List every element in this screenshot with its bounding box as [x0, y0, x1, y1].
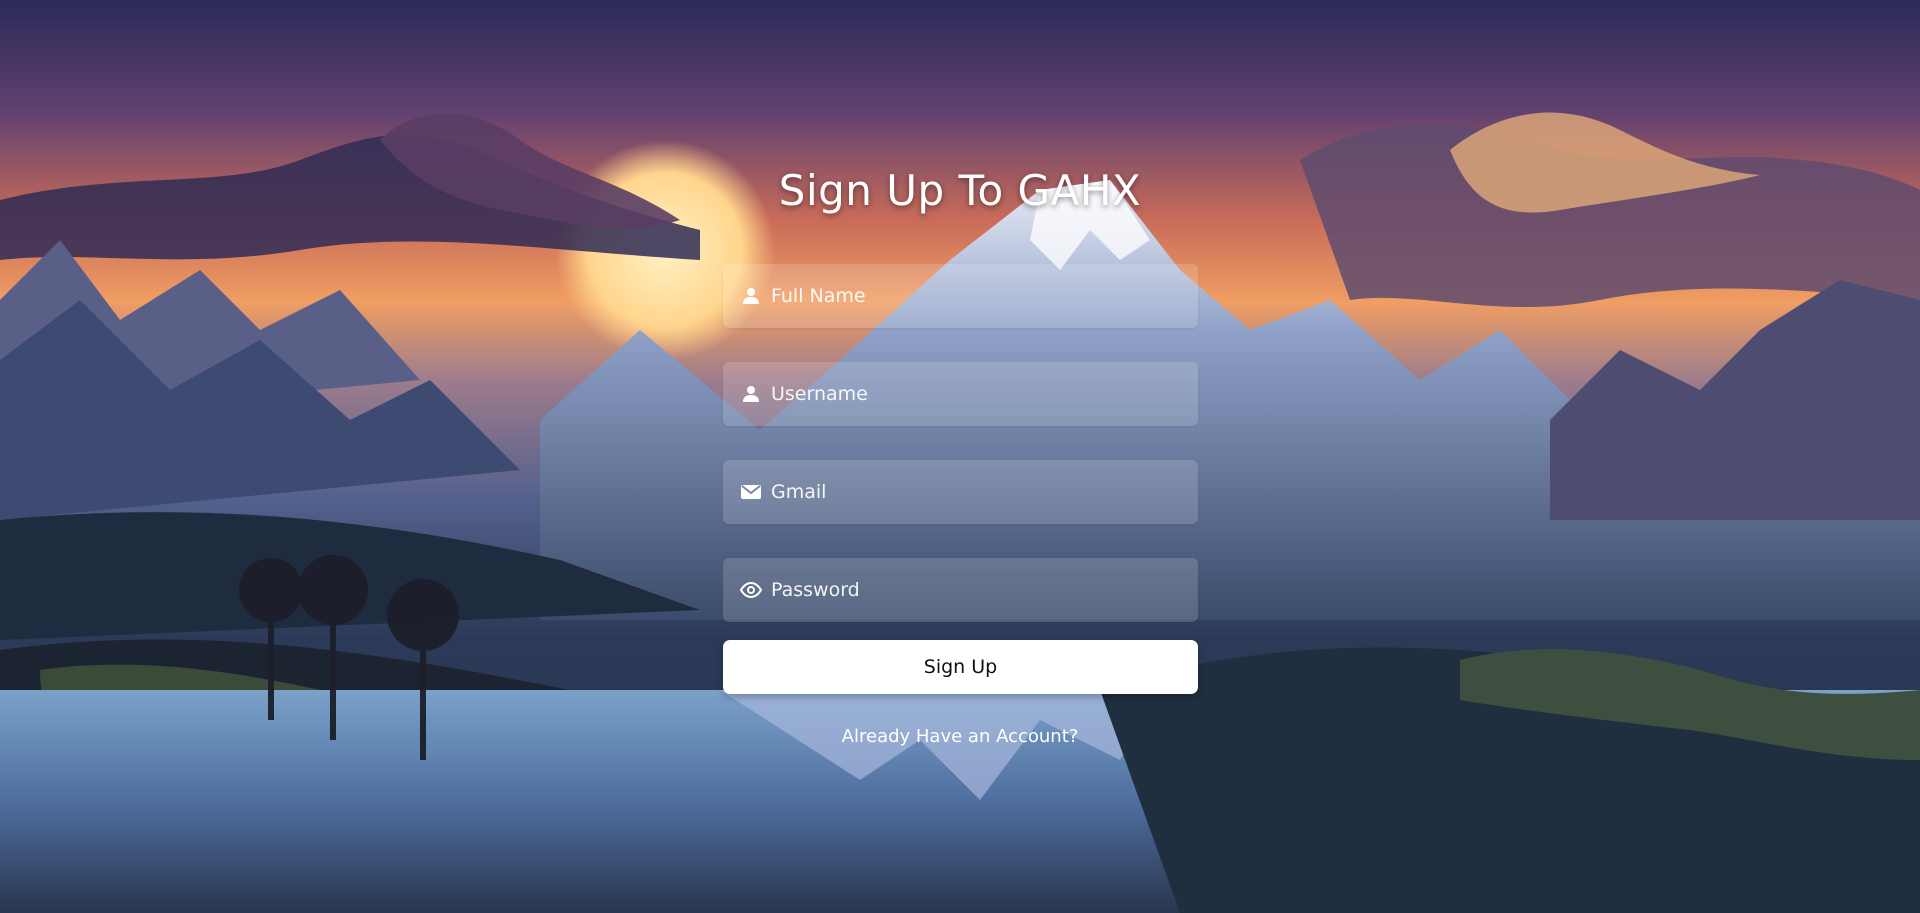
username-input[interactable]	[771, 362, 1181, 426]
signup-page: Sign Up To GAHX Full Name Username Gmail…	[0, 0, 1920, 913]
sign-up-button[interactable]: Sign Up	[723, 640, 1198, 694]
user-icon	[739, 284, 763, 308]
login-link[interactable]: Already Have an Account?	[0, 726, 1920, 747]
signup-form: Sign Up To GAHX Full Name Username Gmail…	[0, 0, 1920, 913]
page-title: Sign Up To GAHX	[778, 166, 1142, 215]
password-field[interactable]	[723, 558, 1198, 622]
username-field[interactable]	[723, 362, 1198, 426]
eye-icon[interactable]	[739, 578, 763, 602]
password-input[interactable]	[771, 558, 1181, 622]
full-name-input[interactable]	[771, 264, 1181, 328]
gmail-input[interactable]	[771, 460, 1181, 524]
full-name-field[interactable]	[723, 264, 1198, 328]
user-icon	[739, 382, 763, 406]
gmail-field[interactable]	[723, 460, 1198, 524]
mail-icon	[739, 480, 763, 504]
